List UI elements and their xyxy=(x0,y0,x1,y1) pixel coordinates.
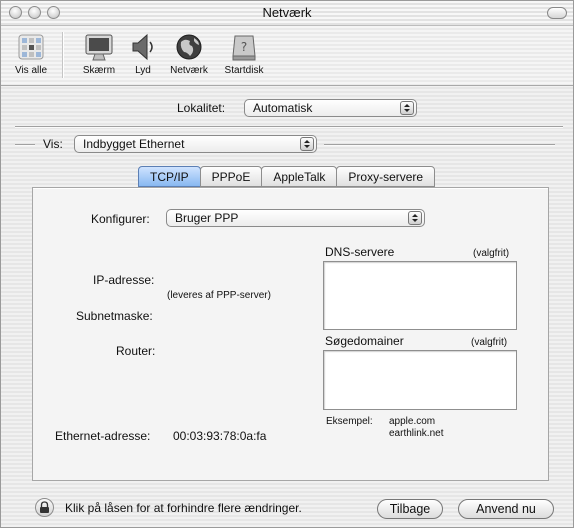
divider xyxy=(15,144,35,146)
toolbar-label-startup-disk: Startdisk xyxy=(224,65,264,76)
toolbar-item-show-all[interactable]: Vis alle xyxy=(5,32,57,76)
search-domains-optional-label: (valgfrit) xyxy=(471,337,508,348)
svg-text:?: ? xyxy=(241,40,247,54)
toolbar-label-display: Skærm xyxy=(82,65,116,76)
location-popup[interactable]: Automatisk xyxy=(244,99,417,117)
location-label: Lokalitet: xyxy=(177,101,226,115)
dns-servers-label: DNS-servere xyxy=(325,245,395,259)
title-bar: Netværk xyxy=(1,1,573,26)
lock-message: Klik på låsen for at forhindre flere ænd… xyxy=(65,501,302,515)
configure-label: Konfigurer: xyxy=(91,212,150,226)
popup-arrows-icon xyxy=(408,211,422,225)
search-domains-label: Søgedomainer xyxy=(325,334,404,348)
ip-address-label: IP-adresse: xyxy=(93,273,155,287)
toolbar-item-display[interactable]: Skærm xyxy=(77,32,121,76)
divider xyxy=(324,144,555,146)
tab-pppoe[interactable]: PPPoE xyxy=(199,166,263,187)
network-globe-icon xyxy=(176,34,202,60)
tab-appletalk[interactable]: AppleTalk xyxy=(261,166,338,187)
tab-proxy-servers[interactable]: Proxy-servere xyxy=(336,166,436,187)
apply-now-button[interactable]: Anvend nu xyxy=(458,499,554,519)
toolbar-label-network: Netværk xyxy=(170,65,208,76)
network-preferences-window: Netværk Vis alle Skærm Lyd Netværk ? Sta… xyxy=(0,0,574,528)
configure-value: Bruger PPP xyxy=(175,211,239,225)
example-label: Eksempel: xyxy=(326,416,373,427)
show-value: Indbygget Ethernet xyxy=(83,137,185,151)
tab-tcpip[interactable]: TCP/IP xyxy=(138,166,201,187)
example-value-2: earthlink.net xyxy=(389,428,444,439)
window-title: Netværk xyxy=(262,5,312,20)
subnet-mask-label: Subnetmaske: xyxy=(76,309,153,323)
sound-icon xyxy=(132,33,153,61)
dns-servers-field[interactable] xyxy=(323,261,517,330)
example-value-1: apple.com xyxy=(389,416,436,427)
tab-bar: TCP/IP PPPoE AppleTalk Proxy-servere xyxy=(138,166,436,188)
startup-disk-icon: ? xyxy=(232,35,256,61)
ethernet-address-label: Ethernet-adresse: xyxy=(55,429,151,443)
show-all-icon xyxy=(18,34,44,60)
toolbar-item-startup-disk[interactable]: ? Startdisk xyxy=(218,32,270,76)
toolbar: Vis alle Skærm Lyd Netværk ? Startdisk xyxy=(1,26,573,86)
dns-optional-label: (valgfrit) xyxy=(473,248,510,259)
show-popup[interactable]: Indbygget Ethernet xyxy=(74,135,317,153)
display-icon xyxy=(85,34,113,61)
toolbar-item-sound[interactable]: Lyd xyxy=(125,32,161,76)
toolbar-label-sound: Lyd xyxy=(135,65,151,76)
lock-button[interactable] xyxy=(35,498,54,517)
search-domains-field[interactable] xyxy=(323,350,517,410)
popup-arrows-icon xyxy=(400,101,414,115)
toolbar-toggle-button[interactable] xyxy=(547,7,567,19)
location-value: Automatisk xyxy=(253,101,313,115)
popup-arrows-icon xyxy=(300,137,314,151)
back-button[interactable]: Tilbage xyxy=(377,499,443,519)
toolbar-item-network[interactable]: Netværk xyxy=(164,32,214,76)
divider xyxy=(15,126,563,128)
toolbar-separator xyxy=(62,32,64,78)
lock-icon xyxy=(40,501,49,513)
show-label: Vis: xyxy=(43,137,63,151)
ip-address-note: (leveres af PPP-server) xyxy=(167,290,271,301)
toolbar-label-show-all: Vis alle xyxy=(14,65,48,76)
ethernet-address-value: 00:03:93:78:0a:fa xyxy=(173,429,267,443)
router-label: Router: xyxy=(116,344,156,358)
configure-popup[interactable]: Bruger PPP xyxy=(166,209,425,227)
